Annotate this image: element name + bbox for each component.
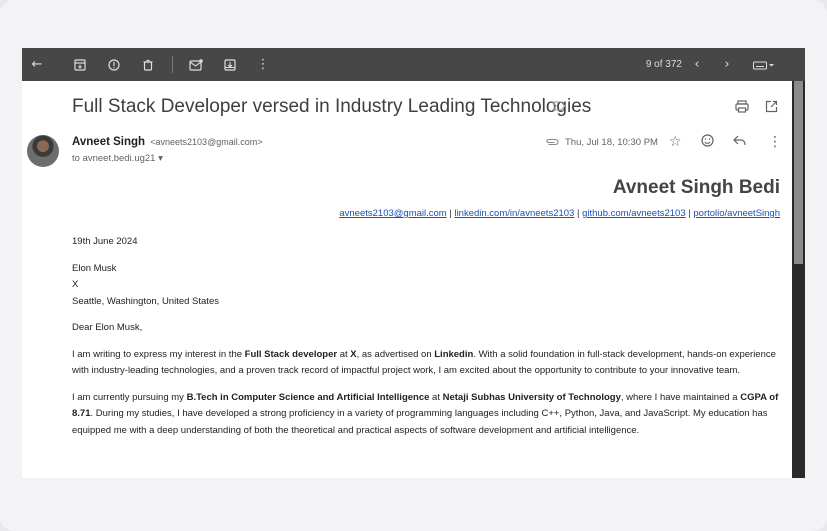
newer-chevron-icon[interactable]: ›	[717, 48, 737, 81]
letter-author-name: Avneet Singh Bedi	[612, 177, 780, 198]
recipient-company: X	[72, 279, 79, 290]
github-link[interactable]: github.com/avneets2103	[582, 208, 686, 219]
recipient-location: Seattle, Washington, United States	[72, 295, 219, 307]
recipient-address: Elon Musk X Seattle, Washington, United …	[72, 261, 784, 311]
text: . During my studies, I have developed a …	[72, 408, 768, 436]
older-chevron-icon[interactable]: ‹	[687, 48, 707, 81]
letter-date: 19th June 2024	[72, 236, 138, 247]
role: Full Stack developer	[244, 348, 338, 360]
recipient-dropdown[interactable]: to avneet.bedi.ug21 ▾	[72, 153, 163, 164]
contact-links: avneets2103@gmail.com | linkedin.com/in/…	[339, 208, 780, 219]
source: Linkedin	[434, 348, 474, 360]
paragraph-intro: I am writing to express my interest in t…	[72, 347, 784, 380]
delete-icon[interactable]	[138, 48, 158, 81]
letter-body: 19th June 2024 Elon Musk X Seattle, Wash…	[72, 234, 784, 449]
recipient-name: Elon Musk	[72, 262, 117, 274]
sender-name: Avneet Singh	[72, 136, 146, 148]
text: at	[337, 348, 351, 360]
linkedin-link[interactable]: linkedin.com/in/avneets2103	[454, 208, 574, 219]
open-in-new-window-icon[interactable]	[765, 100, 778, 117]
text: at	[429, 391, 443, 403]
keyboard-icon[interactable]	[749, 48, 779, 81]
text: , where I have maintained a	[620, 391, 741, 403]
important-label-icon[interactable]	[551, 98, 566, 114]
sender-avatar[interactable]	[27, 135, 59, 167]
email-window: ← ⋮ 9 of 372 ‹ › Full Stack Developer ve…	[22, 48, 805, 478]
back-arrow-icon[interactable]: ←	[27, 48, 47, 81]
emoji-reaction-icon[interactable]	[701, 134, 714, 151]
text: I am currently pursuing my	[72, 391, 187, 403]
reply-icon[interactable]	[733, 134, 746, 150]
degree: B.Tech in Computer Science and Artificia…	[186, 391, 430, 403]
text: , as advertised on	[356, 348, 435, 360]
scrollbar-thumb[interactable]	[794, 81, 803, 264]
toolbar-divider	[172, 56, 173, 73]
salutation: Dear Elon Musk,	[72, 322, 143, 333]
archive-icon[interactable]	[70, 48, 90, 81]
email-date: Thu, Jul 18, 10:30 PM	[565, 137, 658, 148]
sender: Avneet Singh <avneets2103@gmail.com>	[72, 136, 262, 148]
print-icon[interactable]	[735, 100, 749, 117]
star-icon[interactable]: ☆	[669, 134, 682, 150]
email-count: 9 of 372	[645, 59, 682, 70]
attachment-icon	[545, 136, 559, 149]
portfolio-link[interactable]: portolio/avneetSingh	[693, 208, 780, 219]
email-link[interactable]: avneets2103@gmail.com	[339, 208, 446, 219]
report-spam-icon[interactable]	[104, 48, 124, 81]
mark-unread-icon[interactable]	[186, 48, 206, 81]
sender-email: <avneets2103@gmail.com>	[150, 137, 263, 147]
email-toolbar: ← ⋮ 9 of 372 ‹ ›	[22, 48, 805, 81]
email-subject: Full Stack Developer versed in Industry …	[72, 96, 592, 117]
paragraph-education: I am currently pursuing my B.Tech in Com…	[72, 390, 784, 440]
move-to-icon[interactable]	[220, 48, 240, 81]
university: Netaji Subhas University of Technology	[442, 391, 621, 403]
text: I am writing to express my interest in t…	[72, 348, 245, 360]
more-vert-icon[interactable]: ⋮	[253, 48, 273, 81]
more-options-icon[interactable]: ⋮	[768, 134, 782, 150]
link-separator: |	[574, 208, 583, 219]
